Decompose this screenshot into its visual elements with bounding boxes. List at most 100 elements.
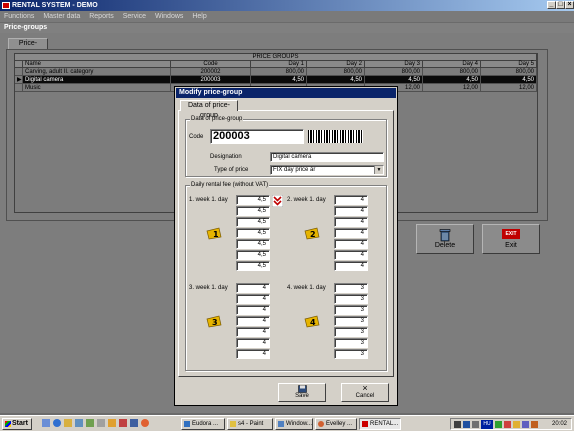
- maximize-button[interactable]: □: [556, 1, 565, 9]
- col-name[interactable]: Name: [23, 61, 171, 68]
- tray-extra-icon[interactable]: [531, 421, 538, 428]
- table-row-name[interactable]: Digital camera: [23, 76, 171, 84]
- task-windows[interactable]: Window...: [275, 418, 313, 430]
- week2-day2-input[interactable]: 4: [334, 206, 368, 216]
- week1-day4-input[interactable]: 4,5: [236, 228, 270, 238]
- week3-day6-input[interactable]: 4: [236, 338, 270, 348]
- save-button[interactable]: Save: [278, 383, 326, 402]
- week2-day5-input[interactable]: 4: [334, 239, 368, 249]
- week3-day4-input[interactable]: 4: [236, 316, 270, 326]
- quicklaunch-tool-icon[interactable]: [97, 419, 105, 427]
- week1-day3-input[interactable]: 4,5: [236, 217, 270, 227]
- menu-functions[interactable]: Functions: [4, 13, 34, 20]
- cancel-button[interactable]: × Cancel: [341, 383, 389, 402]
- week3-day7-input[interactable]: 4: [236, 349, 270, 359]
- week4-day3-input[interactable]: 3: [334, 305, 368, 315]
- week3-day5-input[interactable]: 4: [236, 327, 270, 337]
- table-row-code[interactable]: 200003: [171, 76, 251, 84]
- table-row-day2[interactable]: 800,00: [307, 68, 365, 76]
- col-code[interactable]: Code: [171, 61, 251, 68]
- tray-misc-icon[interactable]: [522, 421, 529, 428]
- menu-master-data[interactable]: Master data: [43, 13, 80, 20]
- week3-day1-input[interactable]: 4: [236, 283, 270, 293]
- designation-field[interactable]: Digital camera: [270, 152, 384, 162]
- menu-service[interactable]: Service: [123, 13, 146, 20]
- table-row-day5[interactable]: 4,50: [481, 76, 537, 84]
- week1-day2-input[interactable]: 4,5: [236, 206, 270, 216]
- col-day5[interactable]: Day 5: [481, 61, 537, 68]
- tab-data-of-price-group[interactable]: Data of price-group: [180, 100, 238, 119]
- week4-day1-input[interactable]: 3: [334, 283, 368, 293]
- delete-button[interactable]: Delete: [416, 224, 474, 254]
- table-row-name[interactable]: Carving, adult II. category: [23, 68, 171, 76]
- week1-day6-input[interactable]: 4,5: [236, 250, 270, 260]
- menu-reports[interactable]: Reports: [89, 13, 114, 20]
- week1-day1-input[interactable]: 4,5: [236, 195, 270, 205]
- menu-help[interactable]: Help: [192, 13, 206, 20]
- quicklaunch-opera-icon[interactable]: [119, 419, 127, 427]
- quicklaunch-browser-icon[interactable]: [130, 419, 138, 427]
- quicklaunch-app-icon[interactable]: [86, 419, 94, 427]
- tray-app-icon[interactable]: [472, 421, 479, 428]
- task-paint[interactable]: s4 - Paint: [227, 418, 273, 430]
- tray-antivirus-icon[interactable]: [504, 421, 511, 428]
- start-button[interactable]: Start: [2, 418, 32, 430]
- close-button[interactable]: ×: [565, 1, 574, 9]
- week4-day4-input[interactable]: 3: [334, 316, 368, 326]
- task-rental[interactable]: RENTAL...: [359, 418, 401, 430]
- col-day2[interactable]: Day 2: [307, 61, 365, 68]
- col-day4[interactable]: Day 4: [423, 61, 481, 68]
- week4-day2-input[interactable]: 3: [334, 294, 368, 304]
- tray-speaker-icon[interactable]: [454, 421, 461, 428]
- task-evelley[interactable]: Evelley ...: [315, 418, 357, 430]
- quicklaunch-firefox-icon[interactable]: [141, 419, 149, 427]
- tray-network-icon[interactable]: [463, 421, 470, 428]
- quicklaunch-folder-icon[interactable]: [64, 419, 72, 427]
- table-row-day4[interactable]: 12,00: [423, 84, 481, 92]
- table-row-day2[interactable]: 4,50: [307, 76, 365, 84]
- code-field[interactable]: 200003: [210, 129, 304, 144]
- table-row-day3[interactable]: 4,50: [365, 76, 423, 84]
- tray-status-icon[interactable]: [495, 421, 502, 428]
- fill-down-icon[interactable]: [272, 195, 283, 207]
- taskbar-clock[interactable]: 20:02: [552, 420, 567, 429]
- col-day3[interactable]: Day 3: [365, 61, 423, 68]
- week3-day2-input[interactable]: 4: [236, 294, 270, 304]
- exit-button[interactable]: EXIT Exit: [482, 224, 540, 254]
- table-row-day3[interactable]: 800,00: [365, 68, 423, 76]
- week4-day6-input[interactable]: 3: [334, 338, 368, 348]
- week2-day6-input[interactable]: 4: [334, 250, 368, 260]
- quicklaunch-media-icon[interactable]: [108, 419, 116, 427]
- table-row-name[interactable]: Music: [23, 84, 171, 92]
- tray-update-icon[interactable]: [513, 421, 520, 428]
- week2-day7-input[interactable]: 4: [334, 261, 368, 271]
- week1-day7-input[interactable]: 4,5: [236, 261, 270, 271]
- chevron-down-icon[interactable]: ▼: [374, 166, 383, 174]
- week3-day3-input[interactable]: 4: [236, 305, 270, 315]
- week4-day7-input[interactable]: 3: [334, 349, 368, 359]
- task-eudora[interactable]: Eudora ...: [181, 418, 225, 430]
- quicklaunch-ie-icon[interactable]: [53, 419, 61, 427]
- minimize-button[interactable]: _: [547, 1, 556, 9]
- exit-label: Exit: [505, 242, 517, 249]
- table-row-day4[interactable]: 4,50: [423, 76, 481, 84]
- tray-language-indicator[interactable]: HU: [481, 420, 493, 429]
- table-row-day5[interactable]: 12,00: [481, 84, 537, 92]
- quicklaunch-mail-icon[interactable]: [75, 419, 83, 427]
- table-row-code[interactable]: 200002: [171, 68, 251, 76]
- type-of-price-select[interactable]: FIX day price ár ▼: [270, 165, 384, 175]
- week2-day1-input[interactable]: 4: [334, 195, 368, 205]
- table-row-day1[interactable]: 800,00: [251, 68, 307, 76]
- col-day1[interactable]: Day 1: [251, 61, 307, 68]
- tab-price-groups[interactable]: Price-groups: [8, 38, 48, 57]
- row-indicator: [15, 68, 23, 76]
- week4-day5-input[interactable]: 3: [334, 327, 368, 337]
- table-row-day5[interactable]: 800,00: [481, 68, 537, 76]
- quicklaunch-desktop-icon[interactable]: [42, 419, 50, 427]
- week2-day3-input[interactable]: 4: [334, 217, 368, 227]
- table-row-day4[interactable]: 800,00: [423, 68, 481, 76]
- week2-day4-input[interactable]: 4: [334, 228, 368, 238]
- menu-windows[interactable]: Windows: [155, 13, 183, 20]
- table-row-day1[interactable]: 4,50: [251, 76, 307, 84]
- week1-day5-input[interactable]: 4,5: [236, 239, 270, 249]
